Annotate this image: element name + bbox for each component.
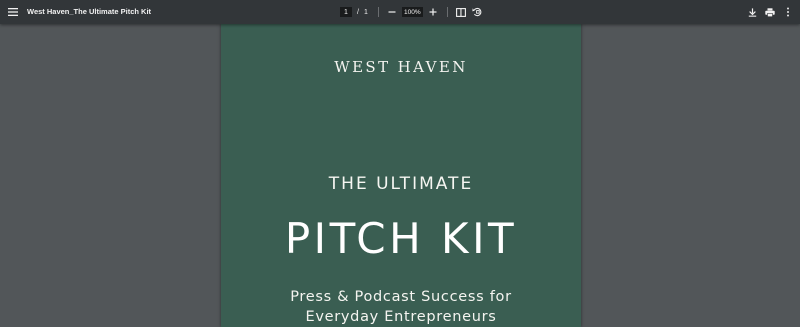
page-number-input[interactable] (340, 7, 352, 17)
hamburger-menu-icon[interactable] (4, 2, 22, 22)
brand-wordmark: WEST HAVEN (334, 58, 468, 76)
pdf-page: WEST HAVEN THE ULTIMATE PITCH KIT Press … (221, 24, 581, 327)
more-actions-button[interactable] (780, 5, 796, 19)
rotate-counterclockwise-icon (472, 7, 482, 17)
cover-subtitle: THE ULTIMATE (328, 174, 474, 194)
zoom-in-button[interactable] (426, 5, 440, 19)
page-total: 1 (363, 8, 368, 16)
document-actions (744, 0, 796, 24)
zoom-out-button[interactable] (385, 5, 399, 19)
more-vertical-icon (787, 7, 789, 17)
print-button[interactable] (762, 5, 778, 19)
page-zoom-controls: / 1 (338, 0, 484, 24)
tagline-line-1: Press & Podcast Success for (290, 289, 512, 305)
page-separator: / (357, 8, 359, 16)
document-title: West Haven_The Ultimate Pitch Kit (27, 7, 152, 16)
fit-to-page-button[interactable] (454, 5, 468, 19)
cover-tagline: Press & Podcast Success for Everyday Ent… (221, 287, 581, 327)
pdf-viewer-area[interactable]: WEST HAVEN THE ULTIMATE PITCH KIT Press … (0, 24, 800, 327)
cover-headline: PITCH KIT (284, 214, 518, 263)
pdf-toolbar: West Haven_The Ultimate Pitch Kit / 1 (0, 0, 800, 24)
tagline-line-2: Everyday Entrepreneurs (305, 309, 497, 325)
fit-to-page-icon (455, 7, 466, 17)
minus-icon (388, 11, 396, 13)
zoom-level-input[interactable] (401, 7, 423, 17)
toolbar-divider (377, 7, 379, 17)
print-icon (765, 7, 775, 17)
download-icon (748, 7, 756, 17)
download-button[interactable] (744, 5, 760, 19)
toolbar-divider (446, 7, 448, 17)
rotate-button[interactable] (470, 5, 484, 19)
plus-icon (429, 8, 437, 16)
